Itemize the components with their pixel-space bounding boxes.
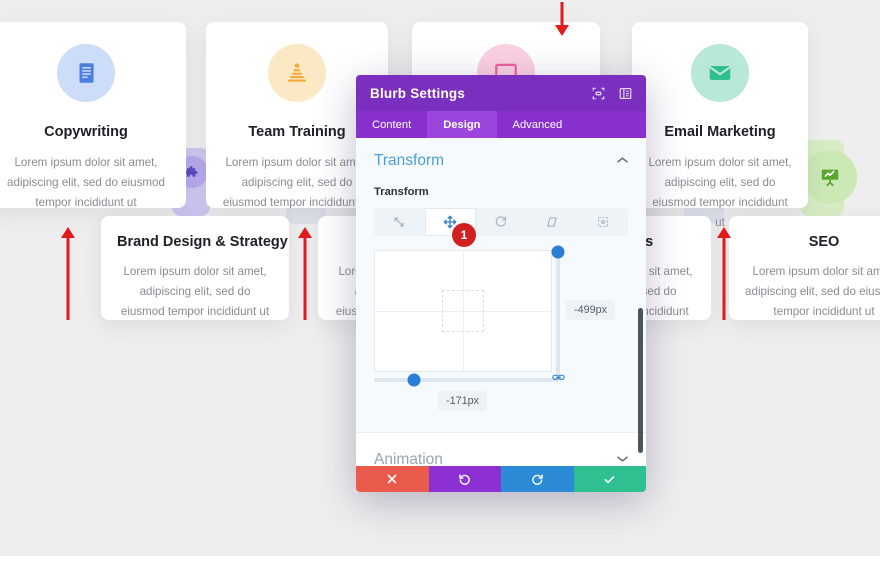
tab-design[interactable]: Design <box>427 111 497 138</box>
check-icon <box>603 473 616 486</box>
transform-pad[interactable] <box>374 250 552 372</box>
annotation-badge-1: 1 <box>452 223 476 247</box>
card-email-marketing[interactable]: Email Marketing Lorem ipsum dolor sit am… <box>632 22 808 229</box>
vertical-translate-slider[interactable] <box>551 245 565 376</box>
card-title: Copywriting <box>44 124 128 140</box>
modal-scrollbar[interactable] <box>638 308 643 453</box>
annotation-arrow-up-left <box>60 227 76 320</box>
modal-footer[interactable] <box>356 466 646 492</box>
tab-advanced[interactable]: Advanced <box>497 111 579 138</box>
card-text: Lorem ipsum dolor sit amet, adipiscing e… <box>745 265 880 318</box>
card-title: Brand Design & Strategy <box>117 234 288 250</box>
section-transform-header[interactable]: Transform <box>374 152 628 170</box>
horizontal-slider-handle[interactable] <box>407 373 421 387</box>
chevron-down-icon[interactable] <box>617 455 628 466</box>
card-brand-design-strategy[interactable]: Brand Design & Strategy Lorem ipsum dolo… <box>101 216 289 320</box>
transform-field-label: Transform <box>374 186 429 198</box>
annotation-arrow-up-right <box>716 227 732 320</box>
card-text: Lorem ipsum dolor sit amet, adipiscing e… <box>120 265 270 318</box>
horizontal-translate-slider[interactable] <box>374 373 558 387</box>
undo-icon <box>458 473 471 486</box>
modal-titlebar[interactable]: Blurb Settings <box>356 75 646 111</box>
card-text: Lorem ipsum dolor sit amet, adipiscing e… <box>7 156 165 209</box>
section-animation-title: Animation <box>374 451 443 466</box>
layout-panel-icon[interactable] <box>619 87 632 100</box>
tab-content[interactable]: Content <box>356 111 427 138</box>
modal-title: Blurb Settings <box>370 85 466 101</box>
undo-button[interactable] <box>428 466 501 492</box>
close-icon <box>386 473 398 485</box>
card-icon-team-training <box>268 44 326 102</box>
annotation-arrow-down-top <box>554 2 570 36</box>
modal-body: Transform Transform 1 -499px -171px Anim… <box>356 138 646 466</box>
card-title: SEO <box>808 234 840 250</box>
cancel-button[interactable] <box>356 466 429 492</box>
card-text: Lorem ipsum dolor sit amet, adipiscing e… <box>222 156 372 209</box>
pad-ghost-box <box>442 290 484 332</box>
transform-pad-area[interactable]: -499px -171px <box>374 245 628 411</box>
card-icon-copywriting <box>57 44 115 102</box>
transform-skew-icon[interactable] <box>526 208 577 236</box>
chevron-up-icon[interactable] <box>617 156 628 167</box>
screen: Copywriting Lorem ipsum dolor sit amet, … <box>0 0 880 585</box>
card-title: Email Marketing <box>664 124 776 140</box>
section-animation[interactable]: Animation <box>356 433 646 466</box>
redo-button[interactable] <box>501 466 574 492</box>
modal-tabs[interactable]: Content Design Advanced <box>356 111 646 138</box>
horizontal-value-tooltip: -171px <box>438 391 488 411</box>
link-axes-icon[interactable] <box>552 372 565 383</box>
transform-rotate-icon[interactable] <box>476 208 527 236</box>
deco-chart-icon <box>803 150 857 204</box>
vertical-value-tooltip: -499px <box>566 300 616 320</box>
transform-mode-row[interactable]: 1 <box>374 208 628 247</box>
card-icon-email-marketing <box>691 44 749 102</box>
expand-view-icon[interactable] <box>592 87 605 100</box>
redo-icon <box>531 473 544 486</box>
annotation-arrow-up-mid <box>297 227 313 320</box>
transform-origin-icon[interactable] <box>577 208 628 236</box>
card-copywriting[interactable]: Copywriting Lorem ipsum dolor sit amet, … <box>0 22 186 209</box>
vertical-slider-handle[interactable] <box>551 245 565 259</box>
card-seo[interactable]: SEO Lorem ipsum dolor sit amet, adipisci… <box>729 216 880 320</box>
save-button[interactable] <box>573 466 646 492</box>
section-transform: Transform Transform 1 -499px -171px <box>356 138 646 433</box>
blurb-settings-modal[interactable]: Blurb Settings Content Design Advanced T… <box>356 75 646 492</box>
card-title: Team Training <box>248 124 346 140</box>
section-transform-title: Transform <box>374 152 445 169</box>
transform-scale-icon[interactable] <box>374 208 425 236</box>
